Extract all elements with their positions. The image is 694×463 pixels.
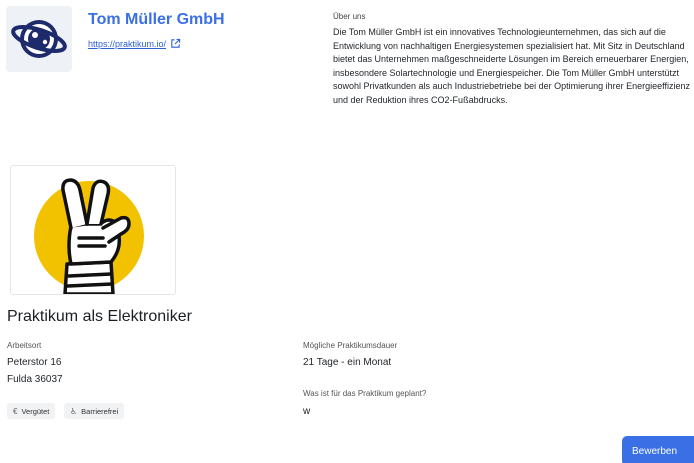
external-link-icon[interactable]: [170, 38, 181, 49]
plan-value: w: [303, 406, 311, 417]
euro-icon: €: [13, 406, 18, 416]
company-website-text[interactable]: https://praktikum.io/: [88, 39, 166, 49]
about-heading: Über uns: [333, 12, 366, 21]
tag-accessible: ♿ Barrierefrei: [64, 403, 125, 419]
tag-accessible-label: Barrierefrei: [81, 406, 119, 416]
company-logo: [6, 6, 72, 72]
apply-button[interactable]: Bewerben: [622, 436, 694, 463]
victory-hand-icon: [34, 178, 144, 294]
tag-paid-label: Vergütet: [21, 406, 50, 416]
planet-icon: [11, 20, 67, 58]
location-city: Fulda 36037: [7, 374, 63, 385]
location-street: Peterstor 16: [7, 357, 62, 368]
tag-paid: € Vergütet: [7, 403, 56, 419]
duration-value: 21 Tage - ein Monat: [303, 357, 392, 368]
duration-label: Mögliche Praktikumsdauer: [303, 341, 398, 350]
location-label: Arbeitsort: [7, 341, 42, 350]
accessibility-icon: ♿: [70, 406, 78, 416]
company-name: Tom Müller GmbH: [88, 11, 225, 28]
company-website-link[interactable]: https://praktikum.io/: [88, 38, 181, 49]
job-title: Praktikum als Elektroniker: [7, 308, 192, 325]
plan-label: Was ist für das Praktikum geplant?: [303, 389, 427, 398]
about-text: Die Tom Müller GmbH ist ein innovatives …: [333, 27, 691, 105]
job-image: [10, 165, 176, 295]
